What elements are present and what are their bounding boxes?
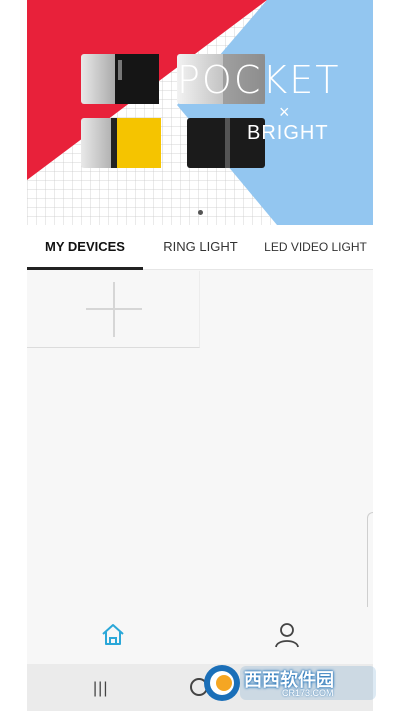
banner-subtitle: BRIGHT <box>247 122 329 144</box>
watermark-subtext: CR173.COM <box>282 688 334 698</box>
page-indicator-dot <box>198 210 203 215</box>
recent-apps-button[interactable]: ||| <box>93 680 108 698</box>
add-device-button[interactable] <box>27 271 200 348</box>
app-screen: POCKET × BRIGHT MY DEVICES RING LIGHT LE… <box>27 0 373 711</box>
person-icon[interactable] <box>273 621 301 649</box>
plus-icon-vertical <box>113 282 115 337</box>
tab-led-video-light[interactable]: LED VIDEO LIGHT <box>258 225 373 270</box>
promo-banner[interactable]: POCKET × BRIGHT <box>27 0 373 225</box>
banner-x-mark: × <box>279 102 290 122</box>
category-tabs: MY DEVICES RING LIGHT LED VIDEO LIGHT <box>27 225 373 270</box>
banner-artwork <box>27 0 373 225</box>
tab-my-devices[interactable]: MY DEVICES <box>27 225 143 270</box>
banner-title: POCKET <box>177 58 341 102</box>
active-tab-indicator <box>27 267 143 270</box>
tab-ring-light[interactable]: RING LIGHT <box>143 225 258 270</box>
home-icon[interactable] <box>99 621 127 649</box>
bottom-nav <box>27 607 373 664</box>
watermark: 西西软件园 CR173.COM <box>196 662 379 704</box>
